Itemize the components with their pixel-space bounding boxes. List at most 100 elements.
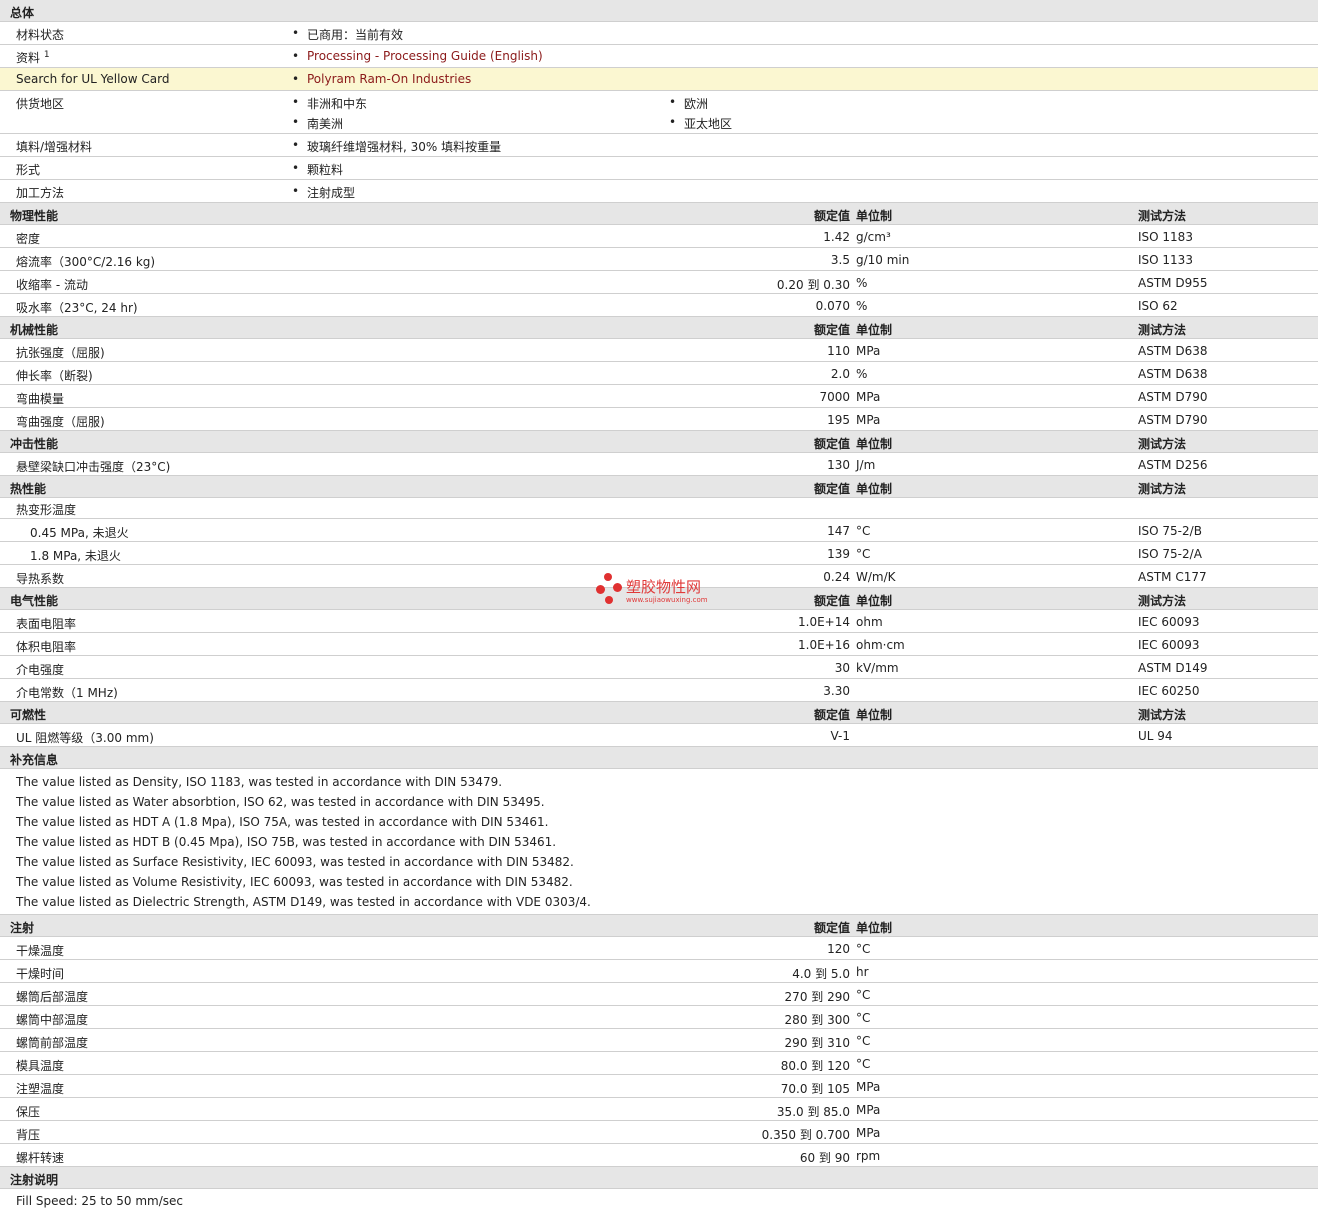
flammability-rows: UL 阻燃等级（3.00 mm) V-1 UL 94 [0,724,1318,747]
property-unit: MPa [856,1080,881,1094]
property-row: 螺筒后部温度 270 到 290 °C [0,983,1318,1006]
property-value: 120 [827,942,850,956]
physical-rows: 密度 1.42 g/cm³ ISO 1183 熔流率（300°C/2.16 kg) 3.5… [0,225,1318,317]
property-label: 弯曲强度（屈服) [16,415,105,429]
row-processing-method: 加工方法 注射成型 [0,180,1318,203]
region-item: 亚太地区 [669,115,732,132]
section-mechanical: 机械性能 额定值 单位制 测试方法 [0,317,1318,339]
property-label: UL 阻燃等级（3.00 mm) [16,731,154,745]
row-documents: 资料 1 Processing - Processing Guide (Engl… [0,45,1318,68]
property-value: 4.0 到 5.0 [792,967,850,981]
property-row: 介电常数（1 MHz) 3.30 IEC 60250 [0,679,1318,702]
property-unit: MPa [856,344,881,358]
processing-guide-link[interactable]: Processing - Processing Guide (English) [292,49,543,63]
property-unit: hr [856,965,869,979]
row-label: 供货地区 [16,97,65,111]
ul-yellow-card-link[interactable]: Polyram Ram-On Industries [292,72,471,86]
note-line: Fill Speed: 25 to 50 mm/sec [16,1194,184,1208]
property-test-method: IEC 60093 [1138,615,1200,629]
property-row: 收缩率 - 流动 0.20 到 0.30% ASTM D955 [0,271,1318,294]
section-supplemental: 补充信息 [0,747,1318,769]
section-physical: 物理性能 额定值 单位制 测试方法 [0,203,1318,225]
property-row: 吸水率（23°C, 24 hr) 0.070% ISO 62 [0,294,1318,317]
row-value: 颗粒料 [292,161,343,178]
note-line: The value listed as Density, ISO 1183, w… [16,775,503,789]
row-ul-yellow-card: Search for UL Yellow Card Polyram Ram-On… [0,68,1318,91]
section-title: 电气性能 [10,594,59,608]
property-label: 伸长率（断裂) [16,369,93,383]
property-value: 195 [827,413,850,427]
property-row: 熔流率（300°C/2.16 kg) 3.5 g/10 min ISO 1133 [0,248,1318,271]
property-row: 螺筒中部温度 280 到 300 °C [0,1006,1318,1029]
section-general: 总体 [0,0,1318,22]
property-unit: % [856,299,868,313]
property-value: 110 [827,344,850,358]
property-value: 30 [834,661,850,675]
property-value: 130 [827,458,850,472]
watermark-text: 塑胶物性网 [626,578,702,596]
note-line: The value listed as Surface Resistivity,… [16,855,574,869]
row-value: 已商用：当前有效 [292,26,403,43]
section-title: 注射说明 [10,1173,59,1187]
property-row: 干燥时间 4.0 到 5.0 hr [0,960,1318,983]
row-material-status: 材料状态 已商用：当前有效 [0,22,1318,45]
property-test-method: UL 94 [1138,729,1173,743]
property-label: 螺筒后部温度 [16,990,89,1004]
property-label: 介电强度 [16,663,65,677]
col-test-header: 测试方法 [1138,323,1187,337]
row-regions: 供货地区 非洲和中东 南美洲 欧洲 亚太地区 [0,91,1318,134]
property-label: 导热系数 [16,572,65,586]
property-row: 抗张强度（屈服) 110 MPa ASTM D638 [0,339,1318,362]
property-unit: rpm [856,1149,881,1163]
property-label: 悬壁梁缺口冲击强度（23°C) [16,460,171,474]
property-row: 注塑温度 70.0 到 105 MPa [0,1075,1318,1098]
mechanical-rows: 抗张强度（屈服) 110 MPa ASTM D638 伸长率（断裂) 2.0% ASTM D… [0,339,1318,431]
logo-dot [613,583,622,592]
note-line: The value listed as Dielectric Strength,… [16,895,591,909]
property-label: 干燥温度 [16,944,65,958]
property-unit: MPa [856,413,881,427]
property-label: 模具温度 [16,1059,65,1073]
property-test-method: ASTM D149 [1138,661,1208,675]
logo-dot [605,596,613,604]
section-title: 热性能 [10,482,47,496]
supplemental-notes: The value listed as Density, ISO 1183, w… [0,769,1318,915]
property-label: 抗张强度（屈服) [16,346,105,360]
property-unit: °C [856,1011,871,1025]
section-title: 总体 [10,6,35,20]
property-value: 1.42 [823,230,850,244]
property-value: 0.350 到 0.700 [761,1128,850,1142]
note-line: The value listed as HDT A (1.8 Mpa), ISO… [16,815,549,829]
row-label: 热变形温度 [16,503,77,517]
col-test-header: 测试方法 [1138,594,1187,608]
property-row: 弯曲强度（屈服) 195 MPa ASTM D790 [0,408,1318,431]
property-label: 干燥时间 [16,967,65,981]
property-row: 保压 35.0 到 85.0 MPa [0,1098,1318,1121]
property-label: 弯曲模量 [16,392,65,406]
property-label: 螺杆转速 [16,1151,65,1165]
col-unit-header: 单位制 [856,482,893,496]
property-value: 139 [827,547,850,561]
property-row: 背压 0.350 到 0.700 MPa [0,1121,1318,1144]
col-unit-header: 单位制 [856,708,893,722]
property-row: 弯曲模量 7000 MPa ASTM D790 [0,385,1318,408]
row-label: 加工方法 [16,186,65,200]
footnote-marker: 1 [43,50,50,60]
row-label: 资料 1 [16,50,50,65]
section-injection: 注射 额定值 单位制 [0,915,1318,937]
property-value: 35.0 到 85.0 [776,1105,850,1119]
property-unit: °C [856,988,871,1002]
property-value: 2.0 [830,367,850,381]
col-unit-header: 单位制 [856,209,893,223]
property-label: 吸水率（23°C, 24 hr) [16,301,138,315]
property-row: 密度 1.42 g/cm³ ISO 1183 [0,225,1318,248]
thermal-rows: 0.45 MPa, 未退火 147 °C ISO 75-2/B 1.8 MPa, 未退火… [0,519,1318,565]
property-label: 熔流率（300°C/2.16 kg) [16,255,156,269]
row-form: 形式 颗粒料 [0,157,1318,180]
property-test-method: ASTM D638 [1138,344,1208,358]
section-title: 冲击性能 [10,437,59,451]
section-title: 机械性能 [10,323,59,337]
property-row: 0.45 MPa, 未退火 147 °C ISO 75-2/B [0,519,1318,542]
property-label: 注塑温度 [16,1082,65,1096]
col-test-header: 测试方法 [1138,209,1187,223]
